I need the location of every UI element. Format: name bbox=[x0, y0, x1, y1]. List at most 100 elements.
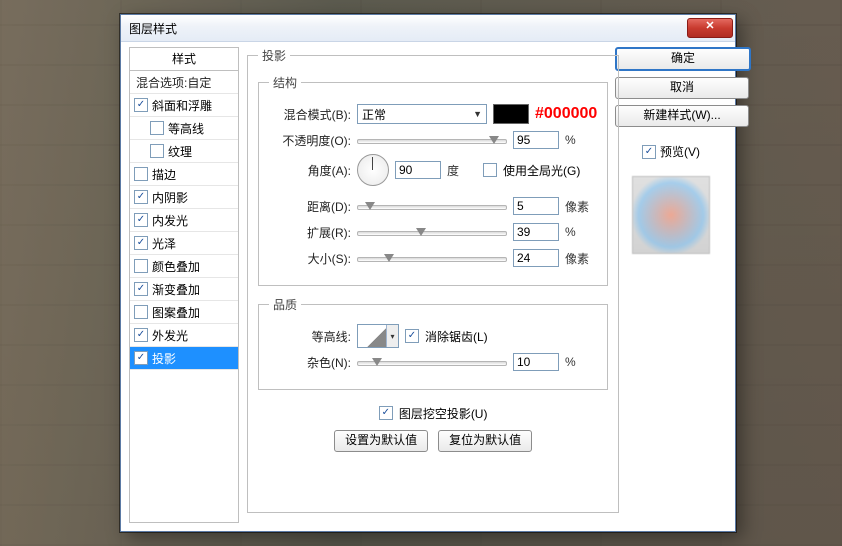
anti-alias-checkbox[interactable] bbox=[405, 329, 419, 343]
size-unit: 像素 bbox=[565, 250, 595, 267]
defaults-row: 设置为默认值 复位为默认值 bbox=[258, 430, 608, 452]
style-item-2[interactable]: 纹理 bbox=[130, 140, 238, 163]
new-style-button[interactable]: 新建样式(W)... bbox=[615, 105, 749, 127]
style-item-label: 描边 bbox=[152, 166, 176, 183]
distance-slider[interactable] bbox=[357, 199, 507, 213]
global-light-checkbox[interactable] bbox=[483, 163, 497, 177]
blend-options-row[interactable]: 混合选项:自定 bbox=[130, 71, 238, 94]
style-item-checkbox[interactable] bbox=[134, 213, 148, 227]
blend-options-label: 混合选项:自定 bbox=[136, 74, 211, 91]
style-item-label: 外发光 bbox=[152, 327, 188, 344]
knockout-row: 图层挖空投影(U) bbox=[258, 400, 608, 426]
spread-unit: % bbox=[565, 225, 595, 239]
style-item-checkbox[interactable] bbox=[134, 305, 148, 319]
style-item-checkbox[interactable] bbox=[134, 167, 148, 181]
style-item-7[interactable]: 颜色叠加 bbox=[130, 255, 238, 278]
effect-settings-panel: 投影 结构 混合模式(B): 正常 ▼ #000000 不透明度(O): bbox=[247, 47, 607, 523]
contour-picker[interactable]: ▾ bbox=[357, 324, 399, 348]
titlebar[interactable]: 图层样式 ✕ bbox=[121, 15, 735, 42]
style-item-label: 颜色叠加 bbox=[152, 258, 200, 275]
anti-alias-label: 消除锯齿(L) bbox=[425, 328, 488, 345]
contour-label: 等高线: bbox=[269, 328, 351, 345]
style-item-checkbox[interactable] bbox=[134, 98, 148, 112]
size-input[interactable]: 24 bbox=[513, 249, 559, 267]
opacity-unit: % bbox=[565, 133, 595, 147]
cancel-button[interactable]: 取消 bbox=[615, 77, 749, 99]
style-item-11[interactable]: 投影 bbox=[130, 347, 238, 370]
style-item-8[interactable]: 渐变叠加 bbox=[130, 278, 238, 301]
distance-row: 距离(D): 5 像素 bbox=[269, 193, 597, 219]
noise-input[interactable]: 10 bbox=[513, 353, 559, 371]
style-item-0[interactable]: 斜面和浮雕 bbox=[130, 94, 238, 117]
angle-row: 角度(A): 90 度 使用全局光(G) bbox=[269, 157, 597, 183]
structure-legend: 结构 bbox=[269, 74, 301, 91]
structure-group: 结构 混合模式(B): 正常 ▼ #000000 不透明度(O): 95 bbox=[258, 74, 608, 286]
style-item-checkbox[interactable] bbox=[134, 236, 148, 250]
blend-mode-row: 混合模式(B): 正常 ▼ #000000 bbox=[269, 101, 597, 127]
style-item-6[interactable]: 光泽 bbox=[130, 232, 238, 255]
style-item-label: 纹理 bbox=[168, 143, 192, 160]
quality-group: 品质 等高线: ▾ 消除锯齿(L) 杂色(N): 10 % bbox=[258, 296, 608, 390]
chevron-down-icon: ▼ bbox=[473, 109, 482, 119]
distance-input[interactable]: 5 bbox=[513, 197, 559, 215]
style-item-checkbox[interactable] bbox=[150, 121, 164, 135]
style-item-checkbox[interactable] bbox=[134, 259, 148, 273]
spread-row: 扩展(R): 39 % bbox=[269, 219, 597, 245]
preview-checkbox[interactable] bbox=[642, 145, 656, 159]
angle-input[interactable]: 90 bbox=[395, 161, 441, 179]
style-item-label: 图案叠加 bbox=[152, 304, 200, 321]
distance-unit: 像素 bbox=[565, 198, 595, 215]
style-item-checkbox[interactable] bbox=[134, 282, 148, 296]
quality-legend: 品质 bbox=[269, 296, 301, 313]
contour-row: 等高线: ▾ 消除锯齿(L) bbox=[269, 323, 597, 349]
angle-label: 角度(A): bbox=[269, 162, 351, 179]
style-item-label: 光泽 bbox=[152, 235, 176, 252]
preview-thumbnail bbox=[632, 176, 710, 254]
style-item-label: 渐变叠加 bbox=[152, 281, 200, 298]
style-item-label: 投影 bbox=[152, 350, 176, 367]
window-title: 图层样式 bbox=[129, 20, 177, 37]
knockout-checkbox[interactable] bbox=[379, 406, 393, 420]
style-item-5[interactable]: 内发光 bbox=[130, 209, 238, 232]
blend-mode-select[interactable]: 正常 ▼ bbox=[357, 104, 487, 124]
set-default-button[interactable]: 设置为默认值 bbox=[334, 430, 428, 452]
noise-label: 杂色(N): bbox=[269, 354, 351, 371]
style-item-10[interactable]: 外发光 bbox=[130, 324, 238, 347]
spread-label: 扩展(R): bbox=[269, 224, 351, 241]
spread-input[interactable]: 39 bbox=[513, 223, 559, 241]
opacity-label: 不透明度(O): bbox=[269, 132, 351, 149]
opacity-row: 不透明度(O): 95 % bbox=[269, 127, 597, 153]
size-slider[interactable] bbox=[357, 251, 507, 265]
opacity-input[interactable]: 95 bbox=[513, 131, 559, 149]
dialog-content: 样式 混合选项:自定 斜面和浮雕等高线纹理描边内阴影内发光光泽颜色叠加渐变叠加图… bbox=[129, 47, 727, 523]
distance-label: 距离(D): bbox=[269, 198, 351, 215]
reset-default-button[interactable]: 复位为默认值 bbox=[438, 430, 532, 452]
angle-dial[interactable] bbox=[357, 154, 389, 186]
style-item-checkbox[interactable] bbox=[150, 144, 164, 158]
style-item-checkbox[interactable] bbox=[134, 351, 148, 365]
dialog-right-column: 确定 取消 新建样式(W)... 预览(V) bbox=[615, 47, 727, 523]
color-swatch[interactable] bbox=[493, 104, 529, 124]
chevron-down-icon: ▾ bbox=[386, 325, 398, 347]
drop-shadow-group: 投影 结构 混合模式(B): 正常 ▼ #000000 不透明度(O): bbox=[247, 47, 619, 513]
style-item-9[interactable]: 图案叠加 bbox=[130, 301, 238, 324]
style-item-1[interactable]: 等高线 bbox=[130, 117, 238, 140]
close-button[interactable]: ✕ bbox=[687, 18, 733, 38]
ok-button[interactable]: 确定 bbox=[615, 47, 751, 71]
panel-title: 投影 bbox=[258, 47, 290, 64]
close-icon: ✕ bbox=[705, 20, 714, 32]
style-item-4[interactable]: 内阴影 bbox=[130, 186, 238, 209]
opacity-slider[interactable] bbox=[357, 133, 507, 147]
spread-slider[interactable] bbox=[357, 225, 507, 239]
size-label: 大小(S): bbox=[269, 250, 351, 267]
styles-list-header: 样式 bbox=[130, 48, 238, 71]
noise-unit: % bbox=[565, 355, 595, 369]
noise-slider[interactable] bbox=[357, 355, 507, 369]
style-item-checkbox[interactable] bbox=[134, 328, 148, 342]
blend-mode-value: 正常 bbox=[362, 106, 386, 123]
style-item-3[interactable]: 描边 bbox=[130, 163, 238, 186]
color-annotation: #000000 bbox=[535, 105, 597, 123]
style-item-checkbox[interactable] bbox=[134, 190, 148, 204]
blend-mode-label: 混合模式(B): bbox=[269, 106, 351, 123]
size-row: 大小(S): 24 像素 bbox=[269, 245, 597, 271]
